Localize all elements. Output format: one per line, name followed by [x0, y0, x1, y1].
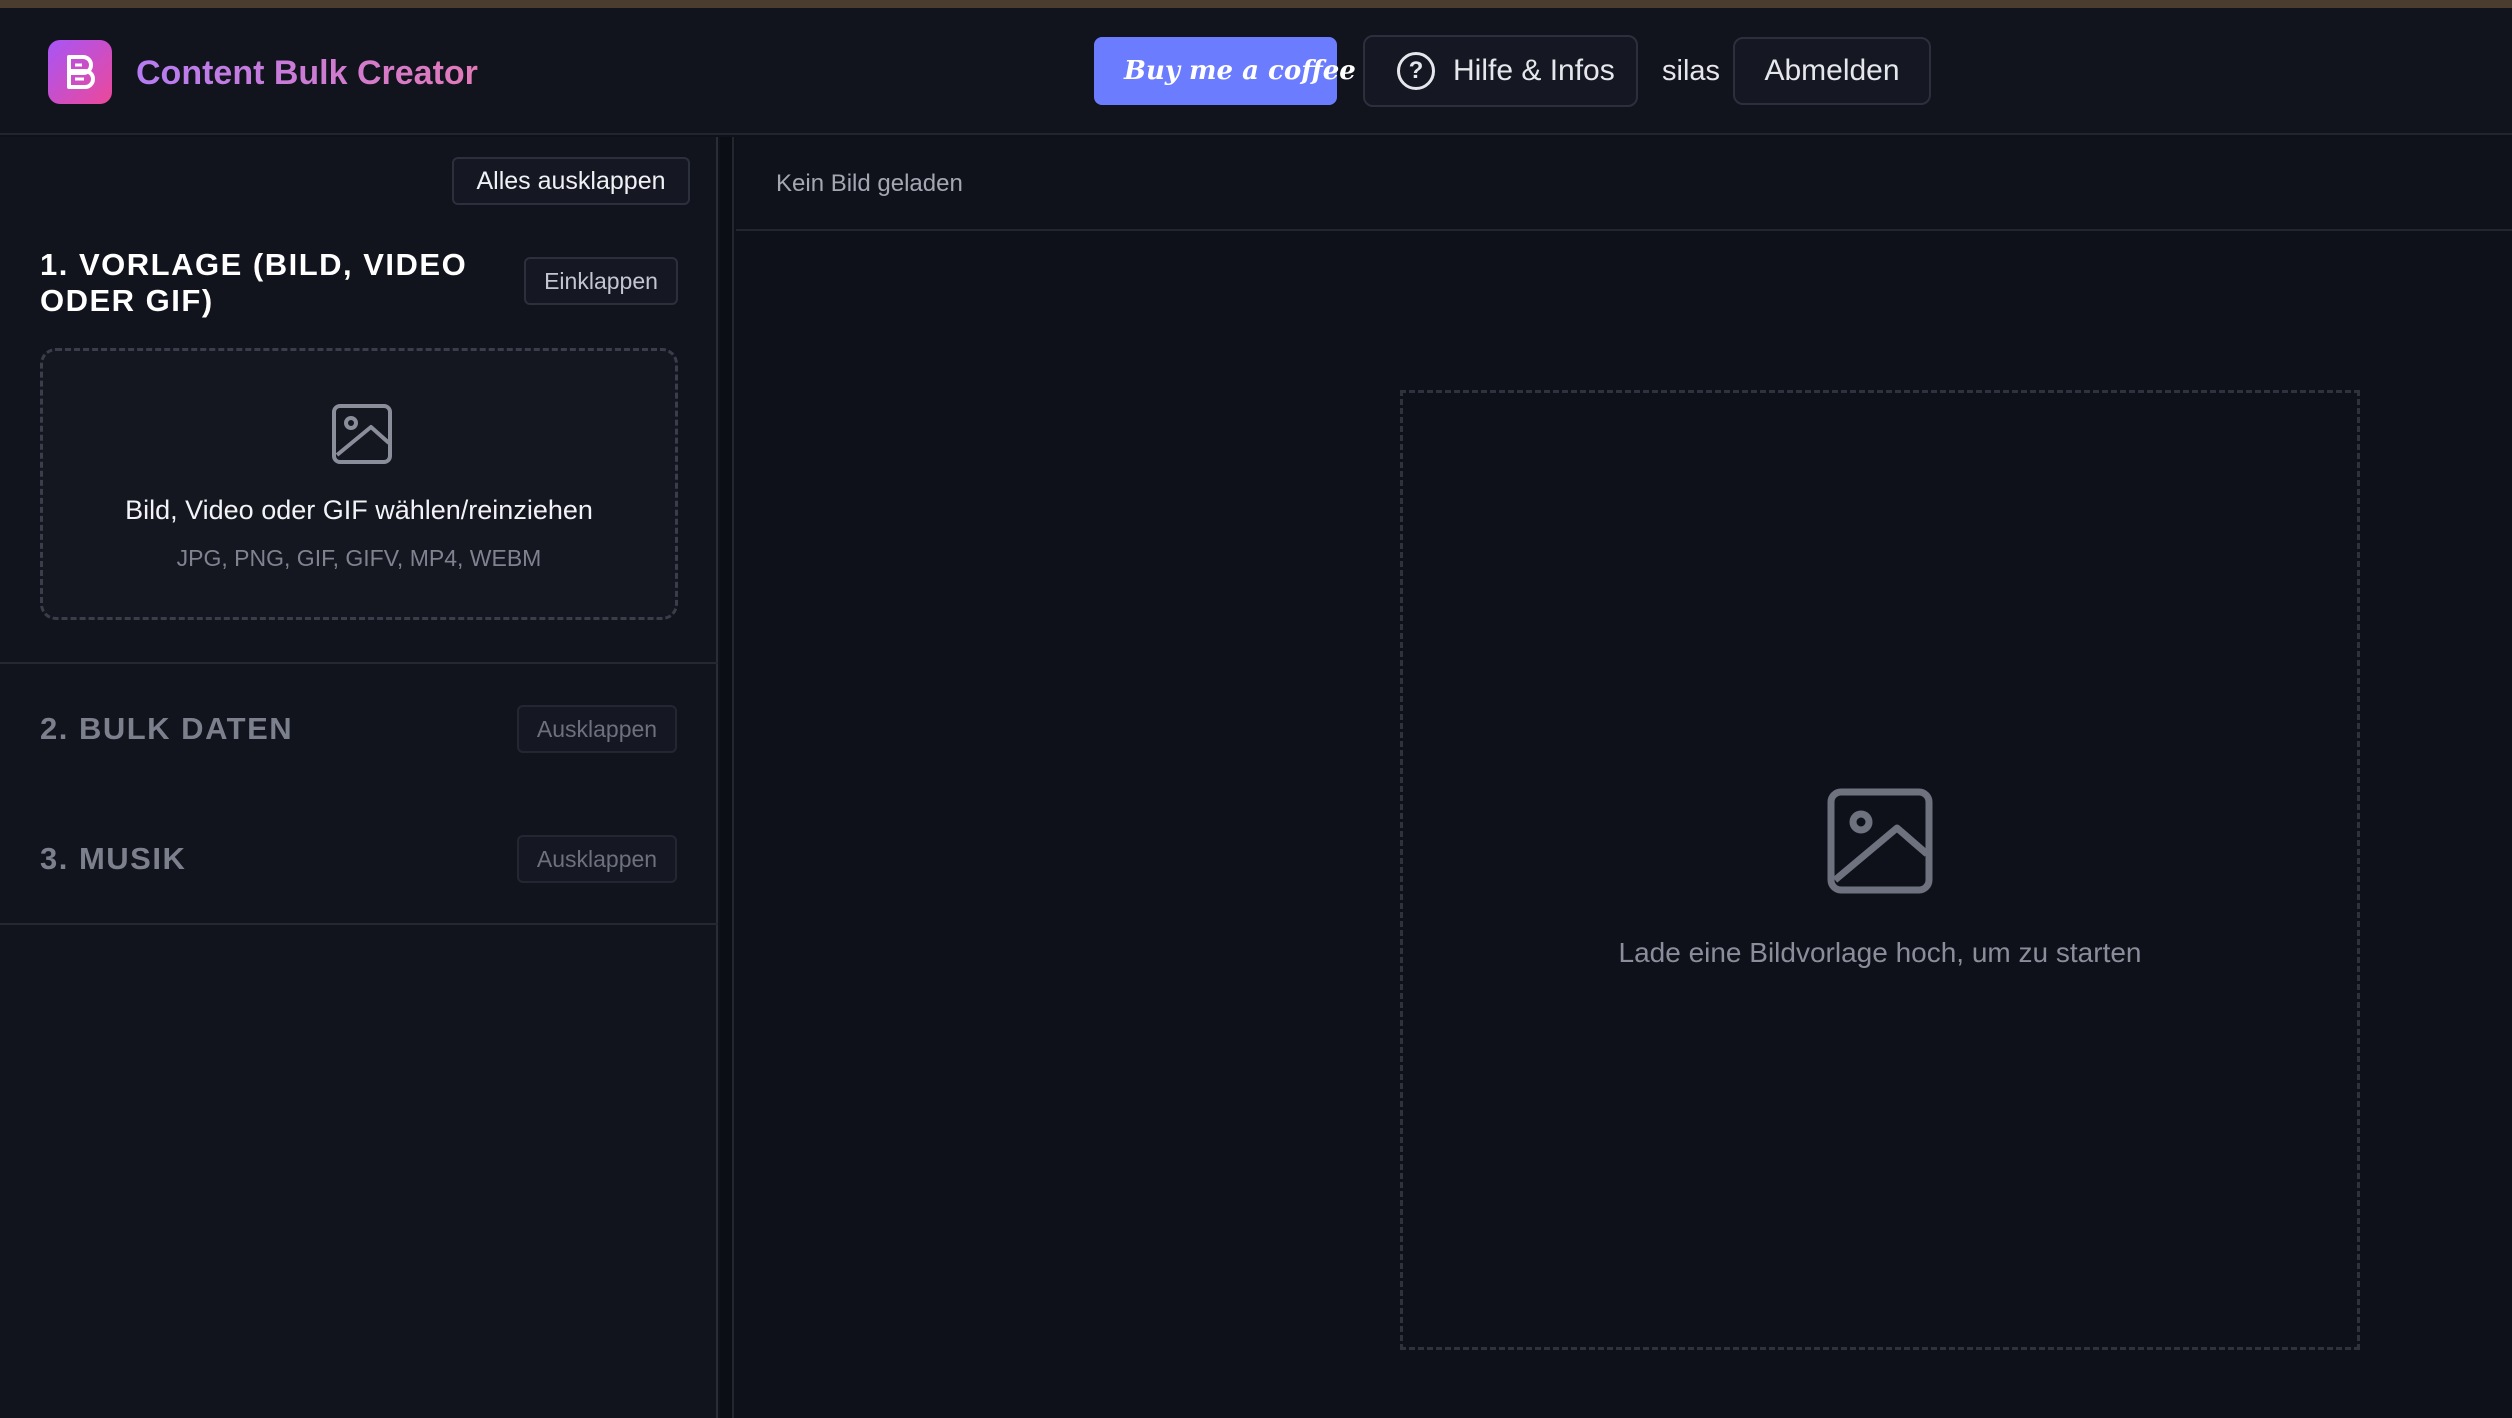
buy-me-a-coffee-button[interactable]: Buy me a coffee: [1094, 37, 1356, 105]
expand-music-button[interactable]: Ausklappen: [517, 835, 677, 883]
preview-status-text: Kein Bild geladen: [776, 170, 963, 197]
section-divider: [0, 923, 718, 925]
dropzone-main-text: Bild, Video oder GIF wählen/reinziehen: [125, 495, 593, 525]
dropzone-format-hint: JPG, PNG, GIF, GIFV, MP4, WEBM: [176, 545, 542, 571]
preview-area: Kein Bild geladen Lade eine Bildvorlage …: [736, 137, 2512, 1418]
logo-b-icon: [67, 55, 95, 89]
collapse-template-button[interactable]: Einklappen: [524, 257, 678, 305]
preview-placeholder-text: Lade eine Bildvorlage hoch, um zu starte…: [1618, 937, 2142, 968]
sidebar: Alles ausklappen 1. VORLAGE (BILD, VIDEO…: [0, 137, 718, 1418]
panel-resizer[interactable]: [720, 137, 734, 1418]
image-icon: [332, 404, 392, 464]
window-top-strip: [0, 0, 2512, 8]
preview-canvas-placeholder: Lade eine Bildvorlage hoch, um zu starte…: [1400, 390, 2360, 1350]
app-header: Content Bulk Creator Buy me a coffee ? H…: [0, 8, 2512, 135]
question-mark-icon: ?: [1397, 52, 1435, 90]
logout-button[interactable]: Abmelden: [1733, 37, 1931, 105]
app-title: Content Bulk Creator: [136, 54, 478, 92]
app-logo: [48, 40, 112, 104]
coffee-button-label: Buy me a coffee: [1124, 56, 1356, 86]
section-template-title-line2: ODER GIF): [40, 283, 214, 318]
expand-bulk-data-button[interactable]: Ausklappen: [517, 705, 677, 753]
section-divider: [0, 662, 718, 664]
username: silas: [1662, 55, 1721, 87]
expand-all-button[interactable]: Alles ausklappen: [452, 157, 690, 205]
help-info-button[interactable]: ? Hilfe & Infos: [1363, 35, 1638, 107]
template-dropzone[interactable]: Bild, Video oder GIF wählen/reinziehen J…: [40, 348, 678, 620]
section-template-title: 1. VORLAGE (BILD, VIDEO ODER GIF): [40, 247, 467, 319]
preview-toolbar: Kein Bild geladen: [736, 137, 2512, 231]
image-placeholder-icon: [1827, 788, 1933, 894]
section-bulk-data-title: 2. BULK DATEN: [40, 711, 294, 746]
help-button-label: Hilfe & Infos: [1453, 54, 1615, 87]
section-music-title: 3. MUSIK: [40, 841, 187, 876]
section-template-title-line1: 1. VORLAGE (BILD, VIDEO: [40, 247, 468, 282]
